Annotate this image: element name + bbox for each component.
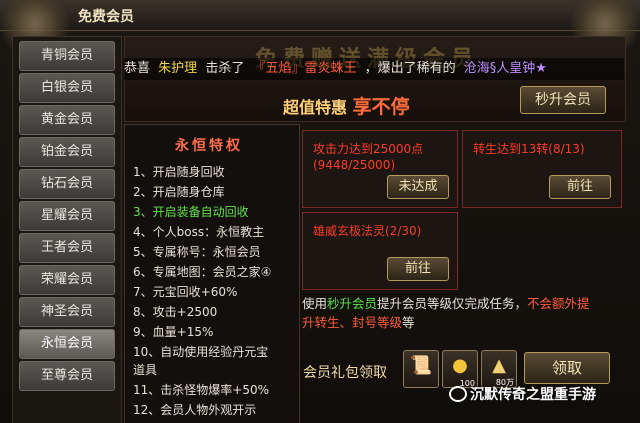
privilege-line: 2、开启随身仓库 bbox=[133, 185, 225, 199]
task-rebirth: 转生达到13转(8/13) 前往 bbox=[462, 130, 622, 208]
window-title: 免费会员 bbox=[78, 9, 134, 25]
privileges-panel: 永恒特权 1、开启随身回收 2、开启随身仓库 3、开启装备自动回收 4、个人bo… bbox=[124, 124, 300, 423]
info-part3: 等 bbox=[402, 315, 415, 330]
gift-label: 会员礼包领取 bbox=[303, 365, 387, 381]
silver-ingot-glyph: ▲ bbox=[492, 355, 506, 376]
privilege-line: 道具 bbox=[133, 363, 158, 377]
info-link: 秒升会员 bbox=[327, 296, 378, 311]
vip-window: 免费会员 青铜会员 白银会员 黄金会员 铂金会员 钻石会员 星耀会员 王者会员 … bbox=[0, 0, 640, 423]
ticker-player: 朱护理 bbox=[158, 61, 198, 76]
instant-upgrade-button[interactable]: 秒升会员 bbox=[520, 86, 606, 114]
sidebar-item-platinum[interactable]: 铂金会员 bbox=[19, 137, 115, 167]
claim-button[interactable]: 领取 bbox=[524, 352, 610, 384]
privilege-line: 10、自动使用经验丹元宝 bbox=[133, 345, 269, 359]
sidebar-item-star[interactable]: 星耀会员 bbox=[19, 201, 115, 231]
privileges-title: 永恒特权 bbox=[175, 138, 243, 154]
privilege-line: 5、专属称号：永恒会员 bbox=[133, 245, 261, 259]
silver-ingot-icon[interactable]: ▲ 80万 bbox=[481, 350, 517, 388]
info-part2: 提升会员等级仅完成任务， bbox=[377, 296, 528, 311]
title-bar: 免费会员 bbox=[0, 0, 640, 60]
privilege-line: 6、专属地图：会员之家④ bbox=[133, 265, 272, 279]
task-attack: 攻击力达到25000点(9448/25000) 未达成 bbox=[302, 130, 458, 208]
task-spirit-button[interactable]: 前往 bbox=[387, 257, 449, 281]
sidebar-item-holy[interactable]: 神圣会员 bbox=[19, 297, 115, 327]
task-spirit: 雄威玄极法灵(2/30) 前往 bbox=[302, 212, 458, 290]
privilege-line: 8、攻击+2500 bbox=[133, 305, 218, 319]
sidebar-item-bronze[interactable]: 青铜会员 bbox=[19, 41, 115, 71]
privilege-line: 1、开启随身回收 bbox=[133, 165, 225, 179]
sidebar-item-gold[interactable]: 黄金会员 bbox=[19, 105, 115, 135]
sidebar-item-king[interactable]: 王者会员 bbox=[19, 233, 115, 263]
info-warn2: 升转生、封号等级 bbox=[302, 315, 403, 330]
privilege-line: 3、开启装备自动回收 bbox=[133, 205, 249, 219]
info-warn1: 不会额外提 bbox=[527, 296, 590, 311]
slogan-a: 超值特惠 bbox=[283, 98, 348, 117]
ticker-prefix: 恭喜 bbox=[124, 61, 151, 76]
scroll-glyph: 📜 bbox=[409, 355, 433, 376]
task-attack-text: 攻击力达到25000点(9448/25000) bbox=[313, 142, 424, 172]
loot-ticker: 恭喜 朱护理 击杀了 『五焰』雷炎蛛王 ，爆出了稀有的 沧海§人皇钟★ bbox=[124, 58, 624, 80]
wechat-icon bbox=[449, 386, 467, 402]
sidebar-item-eternal[interactable]: 永恒会员 bbox=[19, 329, 115, 359]
privilege-line: 9、血量+15% bbox=[133, 325, 214, 339]
task-rebirth-button[interactable]: 前往 bbox=[549, 175, 611, 199]
privilege-line: 7、元宝回收+60% bbox=[133, 285, 238, 299]
slogan-b: 享不停 bbox=[352, 96, 410, 118]
ticker-action: 击杀了 bbox=[205, 61, 245, 76]
sidebar-item-diamond[interactable]: 钻石会员 bbox=[19, 169, 115, 199]
task-spirit-text: 雄威玄极法灵(2/30) bbox=[313, 224, 422, 238]
membership-sidebar: 青铜会员 白银会员 黄金会员 铂金会员 钻石会员 星耀会员 王者会员 荣耀会员 … bbox=[12, 36, 122, 423]
ticker-result: ，爆出了稀有的 bbox=[364, 61, 456, 76]
gold-ingot-glyph: ● bbox=[452, 355, 468, 376]
gold-ingot-icon[interactable]: ● 100 bbox=[442, 350, 478, 388]
task-attack-button[interactable]: 未达成 bbox=[387, 175, 449, 199]
privilege-line: 4、个人boss：永恒教主 bbox=[133, 225, 265, 239]
slogan: 超值特惠 享不停 bbox=[283, 92, 410, 119]
info-part1: 使用 bbox=[302, 296, 328, 311]
upgrade-info: 使用秒升会员提升会员等级仅完成任务，不会额外提 升转生、封号等级等 bbox=[302, 294, 622, 332]
sidebar-item-silver[interactable]: 白银会员 bbox=[19, 73, 115, 103]
ticker-item: 沧海§人皇钟★ bbox=[463, 61, 547, 76]
task-rebirth-text: 转生达到13转(8/13) bbox=[473, 142, 585, 156]
sidebar-item-supreme[interactable]: 至尊会员 bbox=[19, 361, 115, 391]
scroll-icon[interactable]: 📜 bbox=[403, 350, 439, 388]
ticker-monster: 『五焰』雷炎蛛王 bbox=[252, 61, 357, 76]
watermark: 沉默传奇之盟重手游 bbox=[470, 387, 596, 403]
privilege-line: 12、会员人物外观开示 bbox=[133, 403, 257, 417]
sidebar-item-glory[interactable]: 荣耀会员 bbox=[19, 265, 115, 295]
privilege-line: 11、击杀怪物爆率+50% bbox=[133, 383, 269, 397]
